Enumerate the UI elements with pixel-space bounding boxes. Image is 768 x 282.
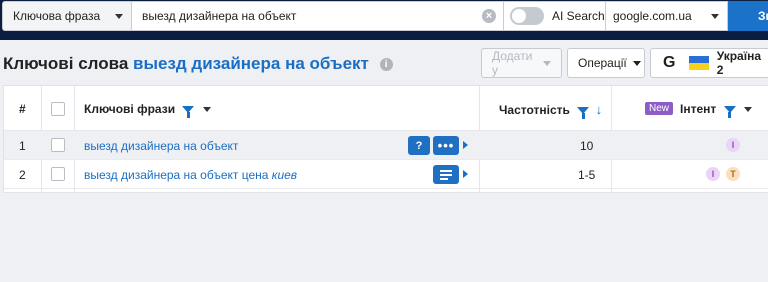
- operations-label: Операції: [578, 56, 627, 70]
- column-header-intent-label: Інтент: [680, 102, 717, 116]
- info-icon[interactable]: i: [379, 58, 393, 71]
- page-title-prefix: Ключові слова: [3, 54, 129, 73]
- table-row: 2 выезд дизайнера на объект цена киев 1-…: [4, 160, 768, 189]
- new-badge: New: [645, 102, 674, 115]
- sort-arrow-down-icon[interactable]: ↓: [596, 102, 603, 117]
- column-header-frequency[interactable]: Частотність ↓: [499, 102, 603, 120]
- clear-icon[interactable]: ×: [482, 9, 496, 23]
- intent-badge-transactional[interactable]: T: [726, 167, 740, 181]
- more-options-icon[interactable]: •••: [433, 136, 459, 155]
- search-input[interactable]: выезд дизайнера на объект: [132, 1, 504, 31]
- question-icon[interactable]: ?: [408, 136, 430, 155]
- page-title-keyword: выезд дизайнера на объект: [133, 54, 369, 73]
- column-header-num: #: [19, 102, 26, 116]
- expand-arrow-icon[interactable]: [463, 141, 468, 149]
- row-checkbox[interactable]: [51, 138, 65, 152]
- keywords-table: # Ключові фрази Частотність ↓ New Інтент…: [3, 85, 768, 193]
- expand-arrow-icon[interactable]: [463, 170, 468, 178]
- chevron-down-icon[interactable]: [202, 107, 211, 113]
- region-label: Україна 2: [716, 49, 762, 77]
- chevron-down-icon: [115, 14, 123, 19]
- query-type-select[interactable]: Ключова фраза: [2, 1, 132, 31]
- row-checkbox[interactable]: [51, 167, 65, 181]
- search-button-label: Зн: [758, 9, 768, 23]
- chevron-down-icon: [543, 60, 551, 66]
- chevron-down-icon: [711, 14, 719, 19]
- column-header-keyword[interactable]: Ключові фрази: [84, 102, 211, 119]
- toggle-knob: [512, 9, 526, 23]
- query-type-label: Ключова фраза: [13, 9, 101, 23]
- database-label: google.com.ua: [613, 9, 692, 23]
- intent-badge-informational[interactable]: I: [706, 167, 720, 181]
- ai-search-toggle-group: AI Search: [504, 1, 605, 31]
- chevron-down-icon[interactable]: [743, 107, 752, 113]
- select-all-checkbox[interactable]: [51, 102, 65, 116]
- search-query-text: выезд дизайнера на объект: [142, 9, 297, 23]
- column-header-frequency-label: Частотність: [499, 103, 570, 117]
- table-header: # Ключові фрази Частотність ↓ New Інтент: [4, 86, 768, 131]
- search-bar: Ключова фраза выезд дизайнера на объект …: [0, 0, 768, 40]
- keyword-text: выезд дизайнера на объект цена: [84, 168, 272, 182]
- filter-icon[interactable]: [723, 106, 736, 119]
- add-to-button[interactable]: Додати у: [481, 48, 562, 78]
- filter-icon[interactable]: [577, 107, 590, 120]
- serp-features-icon[interactable]: [433, 165, 459, 184]
- search-button[interactable]: Зн: [728, 1, 768, 31]
- column-header-keyword-label: Ключові фрази: [84, 102, 176, 116]
- keyword-text: выезд дизайнера на объект: [84, 139, 239, 153]
- region-select[interactable]: G Україна 2: [650, 48, 768, 78]
- table-row: 1 выезд дизайнера на объект ? ••• 10 I: [4, 131, 768, 160]
- add-to-label: Додати у: [492, 49, 533, 77]
- keyword-link[interactable]: выезд дизайнера на объект цена киев: [84, 168, 297, 182]
- page-title: Ключові слова выезд дизайнера на объект …: [3, 54, 393, 74]
- intent-badge-informational[interactable]: I: [726, 138, 740, 152]
- ai-search-label: AI Search: [552, 9, 605, 23]
- frequency-value: 10: [580, 139, 594, 153]
- chevron-down-icon: [632, 60, 641, 66]
- row-number: 2: [19, 168, 26, 182]
- keyword-link[interactable]: выезд дизайнера на объект: [84, 139, 238, 153]
- database-select[interactable]: google.com.ua: [605, 1, 728, 31]
- google-icon: G: [663, 54, 676, 71]
- column-header-intent[interactable]: Інтент: [680, 102, 752, 119]
- row-number: 1: [19, 139, 26, 153]
- ukraine-flag-icon: [689, 56, 709, 70]
- operations-button[interactable]: Операції: [567, 48, 645, 78]
- frequency-value: 1-5: [578, 168, 596, 182]
- ai-search-toggle[interactable]: [510, 7, 544, 25]
- keyword-italic-text: киев: [271, 168, 298, 182]
- filter-icon[interactable]: [182, 106, 195, 119]
